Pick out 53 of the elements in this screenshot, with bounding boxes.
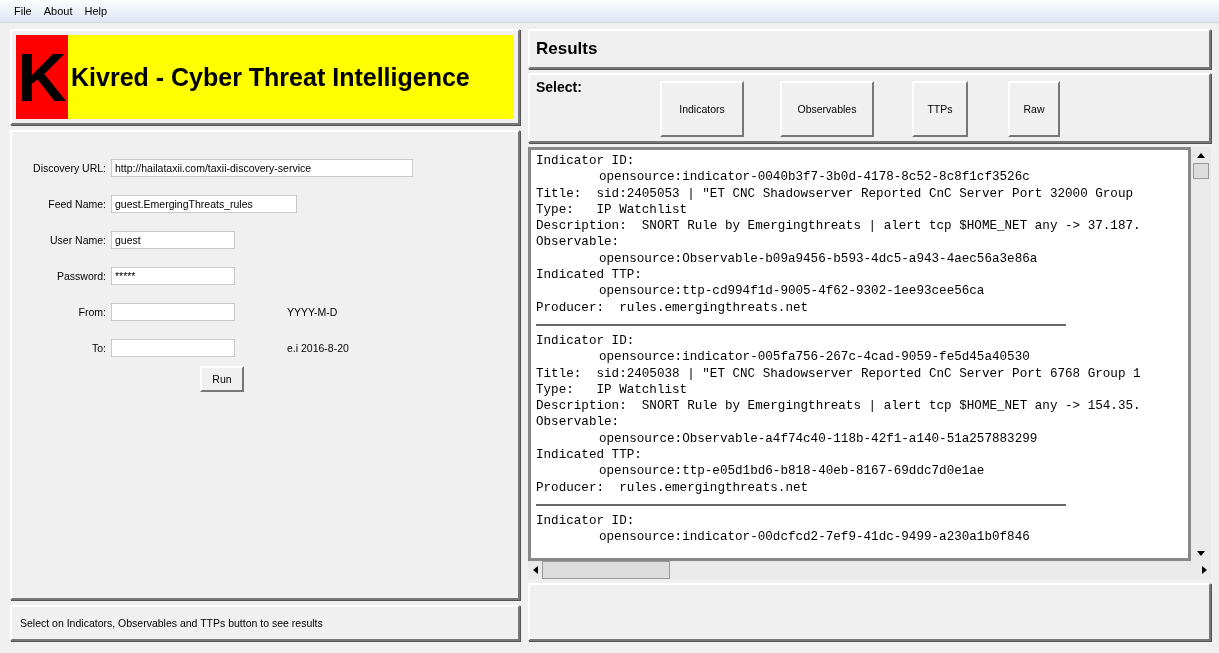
result-line: Observable:	[536, 414, 621, 431]
format-hint: YYYY-M-D	[287, 306, 338, 318]
result-line: Indicated TTP:	[536, 447, 643, 464]
field-label: Discovery URL:	[32, 162, 106, 174]
input-field[interactable]	[111, 303, 235, 321]
field-label: To:	[91, 342, 106, 354]
result-line: Indicator ID:	[536, 153, 636, 170]
scroll-thumb[interactable]	[1193, 163, 1209, 179]
result-line: Producer: rules.emergingthreats.net	[536, 479, 810, 496]
input-field[interactable]	[111, 339, 235, 357]
menu-item[interactable]: About	[39, 5, 77, 17]
input-field[interactable]: guest	[111, 231, 235, 249]
result-line: opensource:indicator-00dcfcd2-7ef9-41dc-9499-a230a1b0f846	[598, 529, 1031, 546]
result-line: Indicator ID:	[536, 512, 636, 530]
format-hint: e.i 2016-8-20	[287, 342, 349, 354]
results-title: Results	[536, 39, 598, 59]
field-label: From:	[77, 306, 106, 318]
result-line: Title: sid:2405038 | "ET CNC Shadowserver Reported CnC Server Port 6768 Group 1	[536, 365, 1142, 382]
result-line: Indicated TTP:	[536, 267, 643, 284]
app-title: Kivred - Cyber Threat Intelligence	[68, 35, 514, 119]
result-line: Indicator ID:	[536, 332, 636, 350]
filter-button[interactable]: Observables	[780, 81, 874, 137]
menu-item[interactable]: File	[10, 5, 36, 17]
input-field[interactable]: http://hailataxii.com/taxii-discovery-service	[111, 159, 413, 177]
vertical-scrollbar[interactable]	[1191, 147, 1211, 561]
field-label: Password:	[55, 270, 106, 282]
horizontal-scrollbar[interactable]	[528, 561, 1211, 579]
select-label: Select:	[536, 79, 583, 97]
input-field[interactable]: *****	[111, 267, 235, 285]
filter-button[interactable]: Raw	[1008, 81, 1060, 137]
input-field[interactable]: guest.EmergingThreats_rules	[111, 195, 297, 213]
menu-item[interactable]: Help	[80, 5, 112, 17]
result-line: Type: IP Watchlist	[536, 201, 689, 219]
scroll-thumb[interactable]	[542, 561, 670, 579]
result-line: opensource:indicator-0040b3f7-3b0d-4178-8c52-8c8f1cf3526c	[598, 169, 1031, 186]
result-line: opensource:Observable-b09a9456-b593-4dc5-a943-4aec56a3e86a	[598, 250, 1039, 268]
result-line: Observable:	[536, 234, 621, 251]
result-line: opensource:indicator-005fa756-267c-4cad-9059-fe5d45a40530	[598, 349, 1031, 366]
result-line: opensource:ttp-e05d1bd6-b818-40eb-8167-69ddc7d0e1ae	[598, 463, 986, 480]
run-button[interactable]: Run	[200, 366, 244, 392]
result-line: Producer: rules.emergingthreats.net	[536, 299, 810, 316]
result-line: opensource:ttp-cd994f1d-9005-4f62-9302-1ee93cee56ca	[598, 283, 986, 300]
status-text: Select on Indicators, Observables and TTPs button to see results	[20, 617, 323, 629]
result-line: Description: SNORT Rule by Emergingthreats | alert tcp $HOME_NET any -> 37.187.	[536, 218, 1142, 235]
filter-button[interactable]: Indicators	[660, 81, 744, 137]
field-label: Feed Name:	[47, 198, 106, 210]
filter-button[interactable]: TTPs	[912, 81, 968, 137]
logo: K	[16, 35, 68, 119]
result-line: Type: IP Watchlist	[536, 381, 689, 399]
result-line: Title: sid:2405053 | "ET CNC Shadowserver Reported CnC Server Port 32000 Group	[536, 185, 1135, 202]
result-line: opensource:Observable-a4f74c40-118b-42f1-a140-51a257883299	[598, 430, 1039, 448]
result-line: Description: SNORT Rule by Emergingthreats | alert tcp $HOME_NET any -> 154.35.	[536, 398, 1142, 415]
field-label: User Name:	[49, 234, 106, 246]
